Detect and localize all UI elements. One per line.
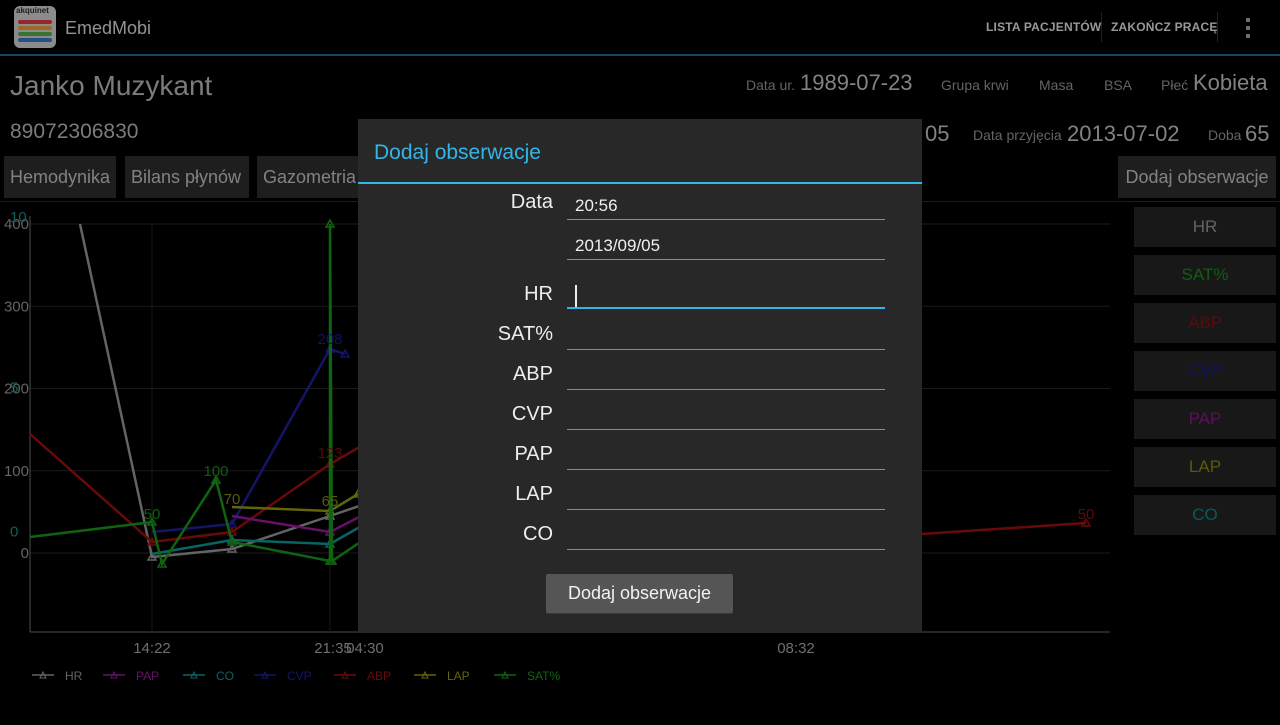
dialog-title-divider <box>358 182 922 184</box>
hr-input[interactable] <box>567 281 885 309</box>
sat-input[interactable] <box>567 322 885 350</box>
lap-input[interactable] <box>567 482 885 510</box>
cvp-input[interactable] <box>567 402 885 430</box>
time-field[interactable]: 20:56 <box>567 192 885 220</box>
cvp-label: CVP <box>511 403 553 425</box>
lap-label: LAP <box>515 483 553 505</box>
date-label: Data <box>510 191 553 213</box>
pap-label: PAP <box>514 443 553 465</box>
co-label: CO <box>523 523 553 545</box>
sat-label: SAT% <box>497 323 553 345</box>
add-observation-submit-button[interactable]: Dodaj obserwacje <box>546 574 733 613</box>
pap-input[interactable] <box>567 442 885 470</box>
hr-label: HR <box>524 283 553 305</box>
add-observation-dialog: Dodaj obserwacje Data 20:56 2013/09/05 H… <box>358 119 922 633</box>
date-field[interactable]: 2013/09/05 <box>567 232 885 260</box>
abp-label: ABP <box>512 363 553 385</box>
abp-input[interactable] <box>567 362 885 390</box>
dialog-title: Dodaj obserwacje <box>374 141 541 164</box>
co-input[interactable] <box>567 522 885 550</box>
text-caret <box>575 284 577 307</box>
